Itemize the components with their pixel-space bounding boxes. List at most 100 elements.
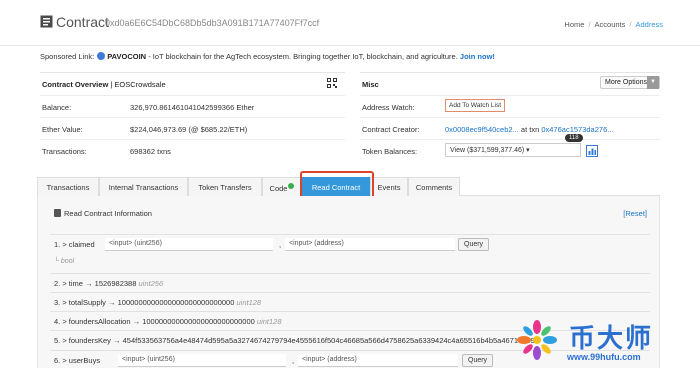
function-time: 2. > time → 1526982388 uint256 bbox=[54, 279, 163, 288]
token-count-badge: 118 bbox=[565, 134, 583, 142]
tab-transactions[interactable]: Transactions bbox=[37, 177, 99, 196]
contract-creator-row: Contract Creator: 0x0008ec9f540ceb2... a… bbox=[360, 117, 660, 139]
tab-internal-transactions[interactable]: Internal Transactions bbox=[99, 177, 188, 196]
misc-header: Misc More Options ▼ bbox=[360, 73, 660, 95]
breadcrumb: Home / Accounts / Address bbox=[564, 20, 663, 29]
address-watch-row: Address Watch: Add To Watch List bbox=[360, 95, 660, 117]
arrow-right-icon: → bbox=[132, 317, 141, 326]
ether-value-row: Ether Value: $224,046,973.69 (@ $685.22/… bbox=[40, 117, 345, 139]
time-type: uint256 bbox=[138, 279, 164, 288]
qr-code-icon[interactable] bbox=[327, 78, 337, 88]
founderskey-value: 454f533563756a4e48474d595a5a327467427979… bbox=[122, 336, 535, 345]
function-row-totalsupply: 3. > totalSupply → 100000000000000000000… bbox=[50, 292, 650, 310]
creator-txn-link[interactable]: 0x476ac1573da276... bbox=[541, 125, 613, 134]
add-to-watch-list-button[interactable]: Add To Watch List bbox=[445, 99, 506, 112]
function-label: 3. > totalSupply bbox=[54, 298, 106, 307]
claimed-return-type: └ bool bbox=[54, 258, 75, 265]
balance-value: 326,970.861461041042599366 Ether bbox=[130, 103, 255, 112]
creator-address-link[interactable]: 0x0008ec9f540ceb2... bbox=[445, 125, 519, 134]
watermark-text: 币大师 bbox=[569, 324, 654, 354]
flower-logo-icon bbox=[517, 320, 557, 360]
tab-token-transfers[interactable]: Token Transfers bbox=[188, 177, 262, 196]
userbuys-uint256-input[interactable]: <input> (uint256) bbox=[118, 354, 286, 367]
watermark: 币大师 www.99hufu.com bbox=[515, 318, 695, 368]
transactions-value: 698362 txns bbox=[130, 147, 171, 156]
tab-token-transfers-label: Token Transfers bbox=[198, 183, 252, 192]
claimed-query-button[interactable]: Query bbox=[458, 238, 490, 251]
misc-title: Misc bbox=[362, 80, 379, 89]
tab-events[interactable]: Events bbox=[370, 177, 408, 196]
page-header: Contract 0xd0a6E6C54DbC68Db5db3A091B171A… bbox=[0, 0, 700, 46]
separator-comma: , bbox=[279, 240, 282, 249]
function-row-claimed: 1. > claimed <input> (uint256) , <input>… bbox=[50, 234, 650, 252]
balance-row: Balance: 326,970.861461041042599366 Ethe… bbox=[40, 95, 345, 117]
tab-events-label: Events bbox=[377, 183, 401, 192]
function-label: 1. > claimed bbox=[54, 240, 95, 249]
arrow-right-icon: → bbox=[85, 279, 93, 288]
tab-code[interactable]: Code bbox=[262, 177, 302, 196]
breadcrumb-home[interactable]: Home bbox=[564, 20, 584, 29]
more-options-button[interactable]: More Options ▼ bbox=[600, 76, 660, 89]
read-contract-title: Read Contract Information bbox=[54, 209, 152, 218]
arrow-right-icon: → bbox=[113, 336, 121, 345]
function-row-time: 2. > time → 1526982388 uint256 bbox=[50, 273, 650, 291]
address-watch-label: Address Watch: bbox=[362, 103, 415, 112]
totalsupply-type: uint128 bbox=[236, 298, 262, 307]
token-balance-select[interactable]: View ($371,599,377.46) ▾ bbox=[445, 143, 581, 157]
separator-comma: , bbox=[292, 356, 295, 365]
page-title: Contract bbox=[56, 14, 109, 30]
function-label: 2. > time bbox=[54, 279, 83, 288]
pavocoin-logo-icon bbox=[97, 52, 106, 60]
foundersallocation-type: uint128 bbox=[256, 317, 282, 326]
ether-value-value: $224,046,973.69 (@ $685.22/ETH) bbox=[130, 125, 248, 134]
tab-code-label: Code bbox=[269, 184, 288, 193]
function-totalsupply: 3. > totalSupply → 100000000000000000000… bbox=[54, 298, 261, 307]
claimed-return-type-text: bool bbox=[60, 258, 75, 265]
token-balances-label: Token Balances: bbox=[362, 147, 418, 156]
contract-creator-value: 0x0008ec9f540ceb2... at txn 0x476ac1573d… bbox=[445, 125, 614, 134]
overview-header: Contract Overview | EOSCrowdsale bbox=[40, 73, 345, 95]
join-now-link[interactable]: Join now! bbox=[460, 52, 495, 61]
misc-panel: Misc More Options ▼ Address Watch: Add T… bbox=[360, 72, 660, 161]
read-contract-title-text: Read Contract Information bbox=[64, 209, 152, 218]
sponsored-brand[interactable]: PAVOCOIN bbox=[107, 52, 146, 61]
totalsupply-value: 1000000000000000000000000000 bbox=[117, 298, 235, 307]
contract-creator-label: Contract Creator: bbox=[362, 125, 420, 134]
reset-link[interactable]: [Reset] bbox=[623, 209, 647, 218]
breadcrumb-accounts[interactable]: Accounts bbox=[595, 20, 626, 29]
tab-transactions-label: Transactions bbox=[46, 183, 90, 192]
at-txn-text: at txn bbox=[520, 125, 540, 134]
book-icon bbox=[54, 209, 61, 217]
contract-overview-panel: Contract Overview | EOSCrowdsale Balance… bbox=[40, 72, 345, 161]
token-portfolio-icon[interactable] bbox=[586, 145, 598, 157]
foundersallocation-value: 100000000000000000000000000 bbox=[142, 317, 255, 326]
transactions-row: Transactions: 698362 txns bbox=[40, 139, 345, 161]
overview-title: Contract Overview bbox=[42, 80, 109, 89]
function-label: 6. > userBuys bbox=[54, 356, 101, 365]
function-foundersallocation: 4. > foundersAllocation → 10000000000000… bbox=[54, 317, 282, 326]
token-balances-row: Token Balances: View ($371,599,377.46) ▾… bbox=[360, 134, 660, 161]
sponsored-label: Sponsored Link: bbox=[40, 52, 95, 61]
ether-value-label: Ether Value: bbox=[42, 125, 83, 134]
claimed-address-input[interactable]: <input> (address) bbox=[285, 238, 455, 251]
function-label: 5. > foundersKey bbox=[54, 336, 111, 345]
breadcrumb-address: Address bbox=[635, 20, 663, 29]
contract-file-icon bbox=[40, 15, 53, 28]
verified-check-icon bbox=[288, 183, 295, 189]
userbuys-address-input[interactable]: <input> (address) bbox=[298, 354, 458, 367]
claimed-uint256-input[interactable]: <input> (uint256) bbox=[105, 238, 273, 251]
time-value: 1526982388 bbox=[94, 279, 137, 288]
userbuys-query-button[interactable]: Query bbox=[462, 354, 494, 367]
tab-internal-transactions-label: Internal Transactions bbox=[108, 183, 179, 192]
balance-label: Balance: bbox=[42, 103, 72, 112]
contract-address: 0xd0a6E6C54DbC68Db5db3A091B171A77407Ff7c… bbox=[105, 18, 320, 28]
watermark-url: www.99hufu.com bbox=[567, 352, 641, 362]
overview-subtitle: | EOSCrowdsale bbox=[110, 80, 166, 89]
tab-comments[interactable]: Comments bbox=[408, 177, 460, 196]
sponsored-text: - IoT blockchain for the AgTech ecosyste… bbox=[146, 52, 458, 61]
function-founderskey: 5. > foundersKey → 454f533563756a4e48474… bbox=[54, 336, 535, 345]
sponsored-link-bar: Sponsored Link: PAVOCOIN - IoT blockchain… bbox=[40, 52, 495, 61]
more-options-label: More Options bbox=[605, 79, 648, 86]
chevron-down-icon: ▼ bbox=[647, 76, 659, 89]
function-label: 4. > foundersAllocation bbox=[54, 317, 131, 326]
